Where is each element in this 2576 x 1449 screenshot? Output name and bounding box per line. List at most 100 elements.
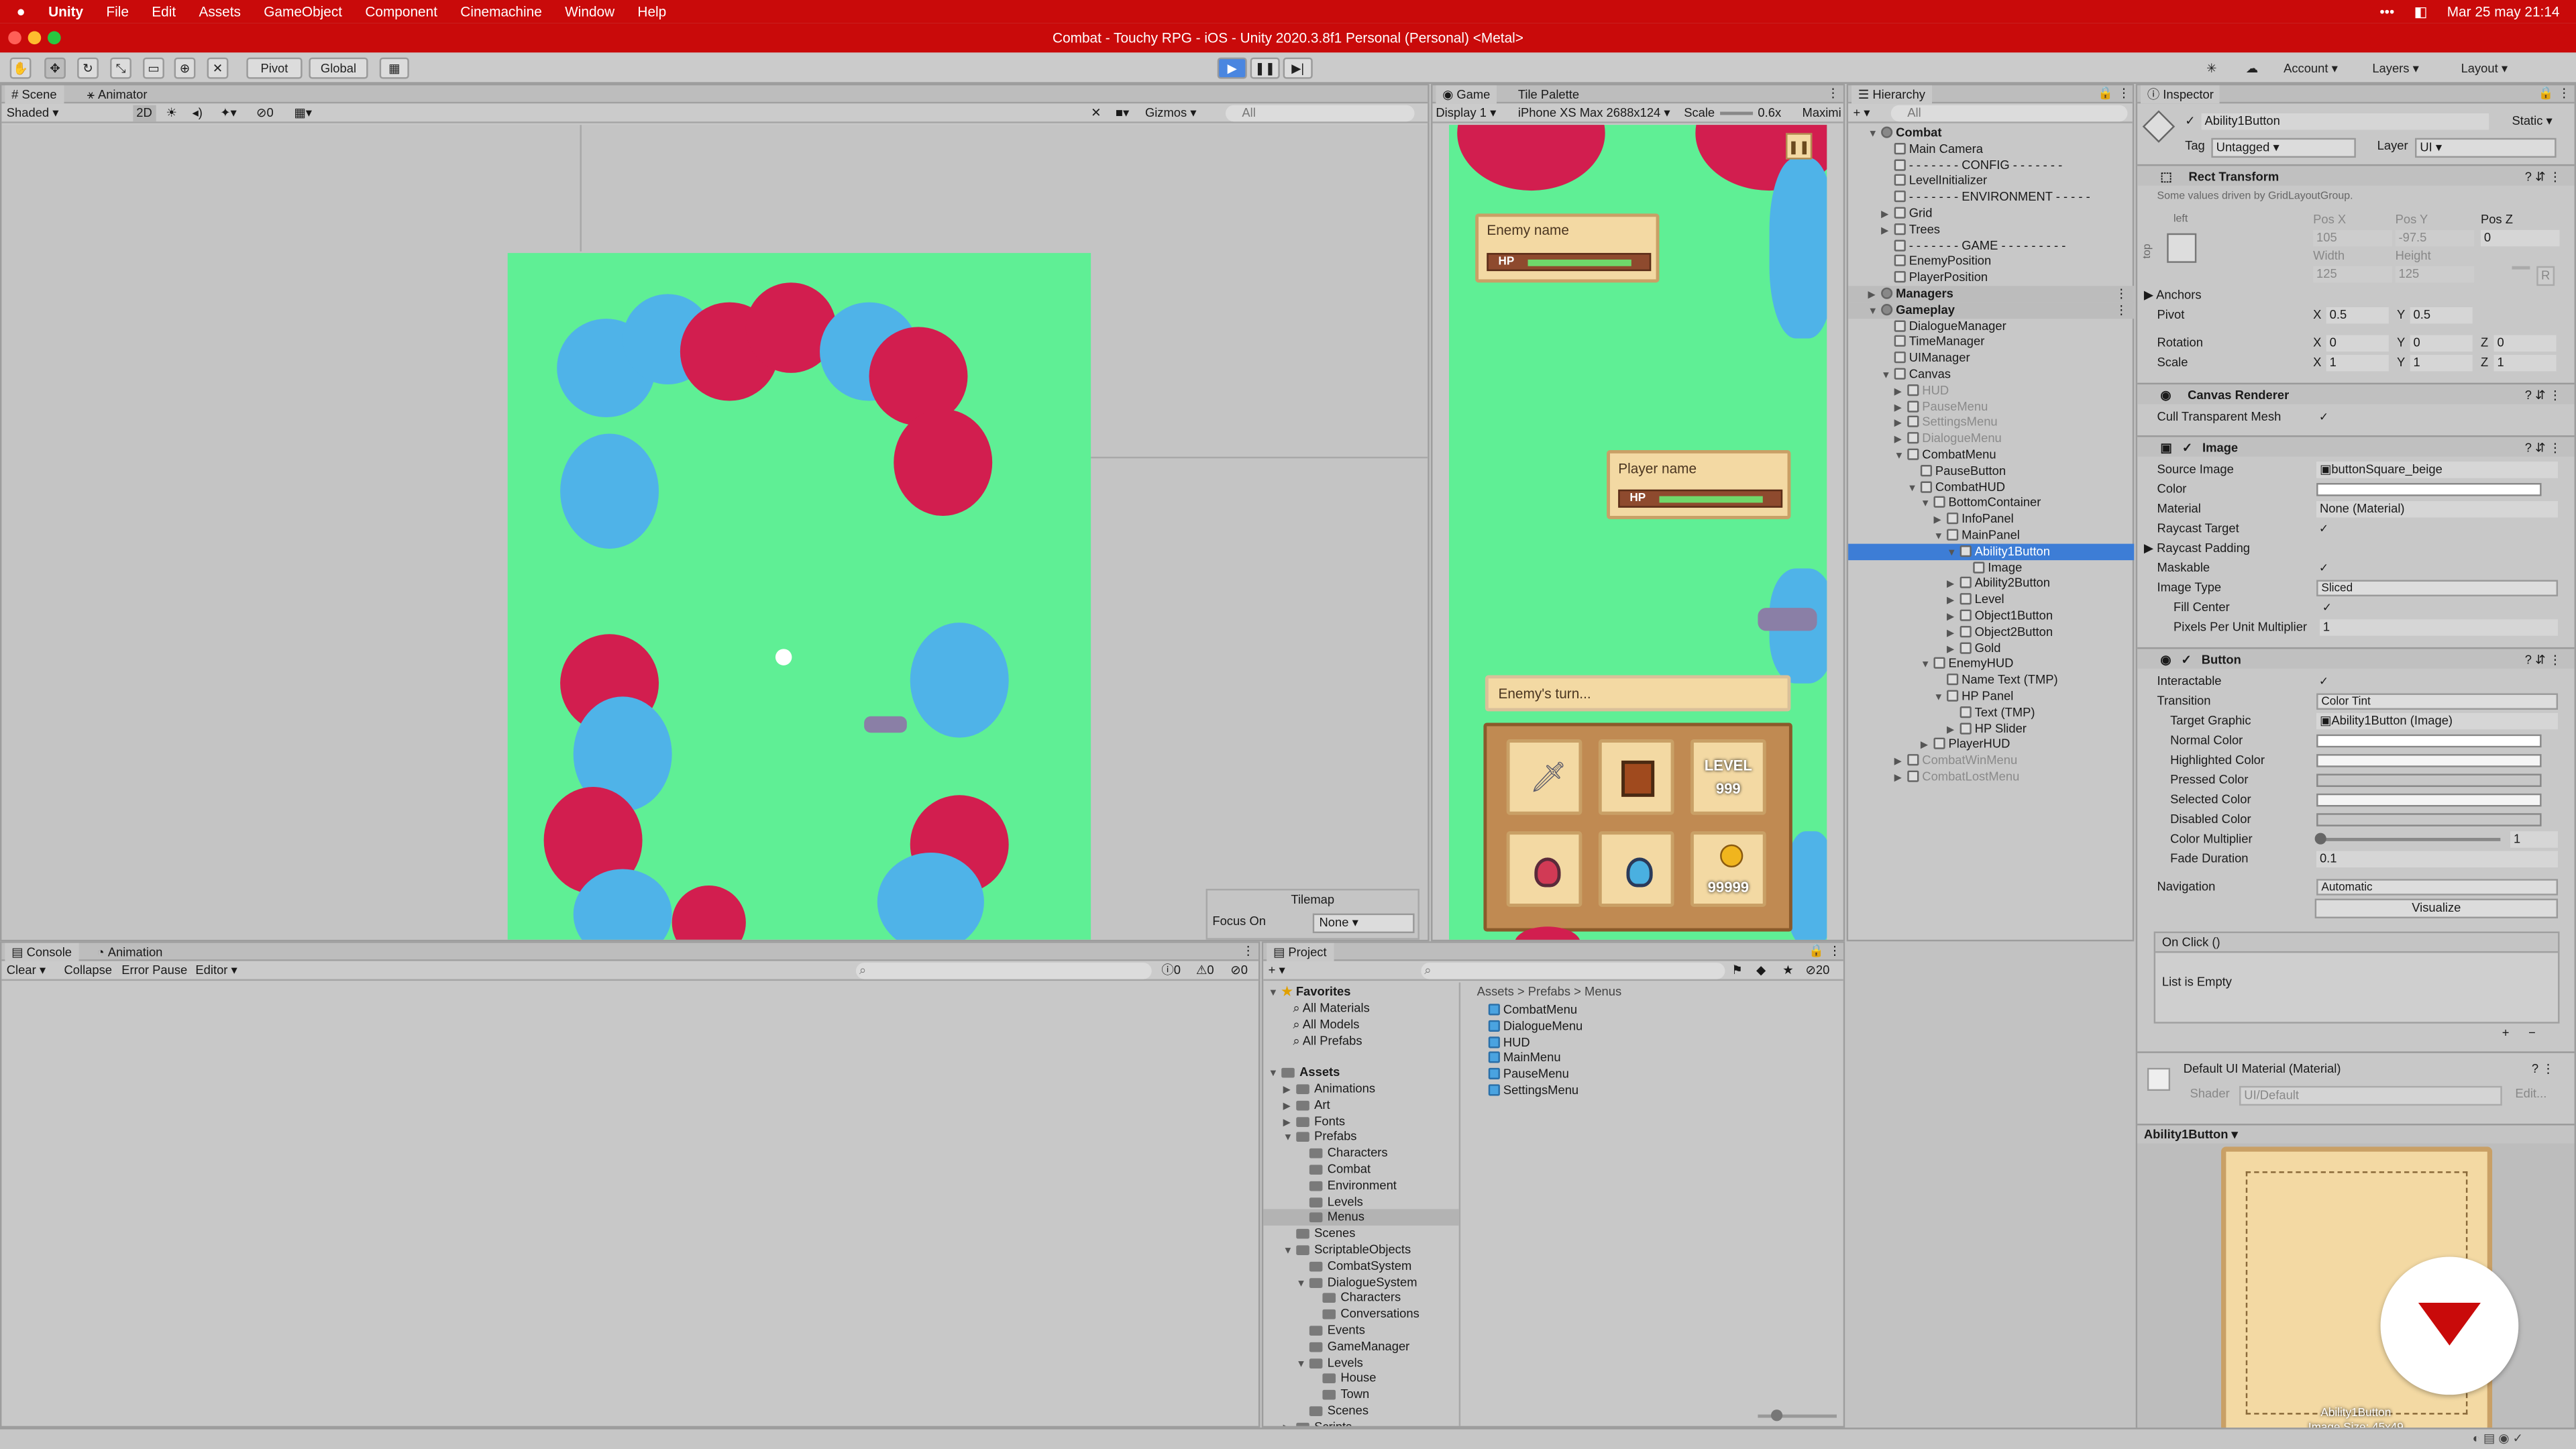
scene-viewport[interactable]: Tilemap Focus On None ▾ [1, 125, 1428, 940]
menu-assets[interactable]: Assets [199, 3, 240, 19]
hierarchy-item[interactable]: ▼ Combat [1848, 125, 2134, 141]
blueprint-button[interactable] [2512, 266, 2530, 270]
hierarchy-item[interactable]: Main Camera [1848, 141, 2134, 157]
maskable-checkbox[interactable]: ✓ [2318, 564, 2330, 575]
color-multiplier-value[interactable]: 1 [2510, 831, 2559, 848]
posx-field[interactable]: 105 [2313, 229, 2392, 246]
play-button[interactable]: ▶ [1217, 57, 1247, 79]
favorite-all-materials[interactable]: ⌕ All Materials [1293, 1000, 1369, 1016]
object1-button[interactable] [1506, 831, 1582, 907]
hierarchy-item[interactable]: ▶ DialogueMenu [1848, 431, 2134, 447]
selected-color-field[interactable] [2316, 793, 2542, 807]
menu-cinemachine[interactable]: Cinemachine [460, 3, 542, 19]
breadcrumb-prefabs[interactable]: Prefabs [1528, 984, 1570, 999]
project-folder[interactable]: Scenes [1263, 1226, 1458, 1242]
prefab-asset[interactable]: PauseMenu [1488, 1067, 1569, 1083]
hierarchy-item[interactable]: PauseButton [1848, 463, 2134, 479]
fade-duration-field[interactable]: 0.1 [2316, 851, 2559, 867]
hierarchy-item[interactable]: ▼ HP Panel [1848, 688, 2134, 704]
hierarchy-item[interactable]: ▶ CombatLostMenu [1848, 769, 2134, 785]
pause-button[interactable]: ❚❚ [1250, 57, 1280, 79]
error-pause-button[interactable]: Error Pause [121, 963, 187, 979]
scale-z-field[interactable]: 1 [2493, 354, 2557, 371]
console-search-input[interactable]: ⌕ [855, 963, 1152, 979]
layer-dropdown[interactable]: UI ▾ [2415, 138, 2557, 158]
hierarchy-item[interactable]: ▶ PlayerHUD [1848, 737, 2134, 753]
menu-gameobject[interactable]: GameObject [264, 3, 342, 19]
hierarchy-item[interactable]: PlayerPosition [1848, 270, 2134, 286]
rotation-y-field[interactable]: 0 [2410, 335, 2473, 352]
2d-toggle[interactable]: 2D [133, 105, 156, 121]
maximize-toggle[interactable]: Maximi [1803, 105, 1845, 121]
normal-color-field[interactable] [2316, 734, 2542, 748]
collab-icon[interactable]: ✳ [2206, 58, 2216, 79]
scale-tool-button[interactable]: ⤡ [110, 57, 131, 79]
object2-button[interactable] [1598, 831, 1674, 907]
posz-field[interactable]: 0 [2480, 229, 2560, 246]
hierarchy-item[interactable]: ▶ Managers ⋮ [1848, 286, 2135, 303]
raycast-padding-foldout[interactable]: ▶ Raycast Padding [2144, 539, 2250, 558]
control-center-icon[interactable]: ◧ [2414, 3, 2428, 21]
hierarchy-item[interactable]: ▶ Trees [1848, 221, 2134, 237]
hierarchy-item[interactable]: ▶ Object2Button [1848, 624, 2134, 640]
source-image-field[interactable]: ▣buttonSquare_beige [2316, 462, 2559, 478]
prefab-asset[interactable]: CombatMenu [1488, 1002, 1577, 1018]
shader-dropdown[interactable]: UI/Default [2239, 1085, 2502, 1106]
add-listener-button[interactable]: + [2502, 1025, 2510, 1041]
display-dropdown[interactable]: Display 1 ▾ [1436, 105, 1496, 121]
prefab-asset[interactable]: SettingsMenu [1488, 1083, 1578, 1099]
create-asset-button[interactable]: + ▾ [1269, 963, 1285, 979]
hierarchy-item[interactable]: ▶ HP Slider [1848, 720, 2134, 737]
minimize-window-button[interactable] [28, 31, 42, 45]
static-toggle[interactable]: Static ▾ [2512, 113, 2552, 129]
tag-dropdown[interactable]: Untagged ▾ [2211, 138, 2356, 158]
menu-component[interactable]: Component [365, 3, 437, 19]
hierarchy-item[interactable]: ▼ MainPanel [1848, 527, 2134, 543]
hierarchy-item[interactable]: ▶ Gold [1848, 640, 2134, 656]
slider-handle[interactable] [1771, 1409, 1783, 1421]
hierarchy-item[interactable]: ▶ PauseMenu [1848, 398, 2134, 415]
transform-tool-button[interactable]: ⊕ [174, 57, 196, 79]
panel-menu-icon[interactable]: ⋮ [1242, 943, 1254, 959]
project-folder[interactable]: Levels [1263, 1193, 1458, 1210]
favorite-icon[interactable]: ★ [1782, 963, 1793, 979]
height-field[interactable]: 125 [2395, 266, 2475, 282]
datetime[interactable]: Mar 25 may 21:14 [2447, 3, 2560, 19]
active-checkbox[interactable]: ✓ [2185, 113, 2195, 129]
hierarchy-item[interactable]: ▶ CombatWinMenu [1848, 753, 2134, 769]
tools-icon[interactable]: ✕ [1091, 105, 1101, 121]
hierarchy-item[interactable]: ▶ Ability2Button [1848, 576, 2134, 592]
breadcrumb-menus[interactable]: Menus [1585, 984, 1621, 999]
anchors-foldout[interactable]: ▶ Anchors [2144, 286, 2202, 305]
hierarchy-item[interactable]: ▶ InfoPanel [1848, 511, 2134, 527]
lighting-icon[interactable]: ☀ [166, 105, 176, 121]
hierarchy-item[interactable]: UIManager [1848, 350, 2134, 366]
menu-window[interactable]: Window [565, 3, 614, 19]
width-field[interactable]: 125 [2313, 266, 2392, 282]
hierarchy-item[interactable]: - - - - - - - ENVIRONMENT - - - - - [1848, 189, 2134, 205]
material-field[interactable]: None (Material) [2316, 500, 2559, 517]
breadcrumb-assets[interactable]: Assets [1477, 984, 1514, 999]
color-multiplier-slider[interactable] [2319, 837, 2501, 841]
panel-menu-icon[interactable]: ⋮ [2118, 85, 2130, 101]
project-folder[interactable]: Scenes [1263, 1403, 1458, 1419]
image-type-dropdown[interactable]: Sliced [2316, 580, 2559, 596]
pause-game-button[interactable]: ❚❚ [1786, 133, 1813, 160]
hierarchy-item[interactable]: LevelInitializer [1848, 173, 2134, 189]
hierarchy-item[interactable]: ▼ Gameplay ⋮ [1848, 302, 2135, 319]
maximize-window-button[interactable] [48, 31, 61, 45]
transition-dropdown[interactable]: Color Tint [2316, 693, 2559, 710]
component-menu-icon[interactable]: ? ⇵ ⋮ [2525, 437, 2561, 458]
panel-menu-icon[interactable]: ⋮ [2558, 85, 2570, 101]
hierarchy-item[interactable]: ▼ Ability1Button [1848, 543, 2135, 560]
cull-checkbox[interactable]: ✓ [2318, 413, 2330, 424]
create-button[interactable]: + ▾ [1853, 105, 1870, 121]
scale-slider[interactable] [1720, 111, 1754, 115]
slider-handle[interactable] [2314, 833, 2326, 845]
scene-menu-icon[interactable]: ⋮ [2115, 286, 2127, 302]
component-menu-icon[interactable]: ? ⇵ ⋮ [2525, 384, 2561, 406]
hierarchy-item[interactable]: Name Text (TMP) [1848, 672, 2134, 688]
clear-button[interactable]: Clear ▾ [7, 963, 46, 979]
tab-game[interactable]: ◉ Game [1436, 85, 1497, 104]
camera-icon[interactable]: ■▾ [1116, 105, 1129, 121]
